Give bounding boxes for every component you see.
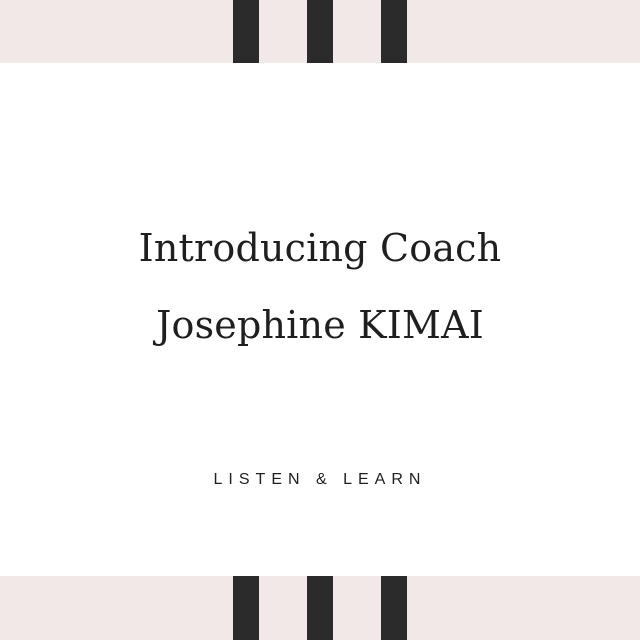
stripe-middle	[307, 576, 333, 640]
title-card: Introducing Coach Josephine KIMAI LISTEN…	[0, 63, 640, 576]
top-decorative-band	[0, 0, 640, 63]
headline-line-2: Josephine KIMAI	[156, 303, 484, 347]
stripe-left	[233, 0, 259, 63]
stripe-left	[233, 576, 259, 640]
headline-line-1: Introducing Coach	[138, 226, 502, 270]
tagline: LISTEN & LEARN	[213, 471, 427, 488]
bottom-decorative-band	[0, 576, 640, 640]
stripe-right	[381, 0, 407, 63]
stripe-right	[381, 576, 407, 640]
stripe-middle	[307, 0, 333, 63]
